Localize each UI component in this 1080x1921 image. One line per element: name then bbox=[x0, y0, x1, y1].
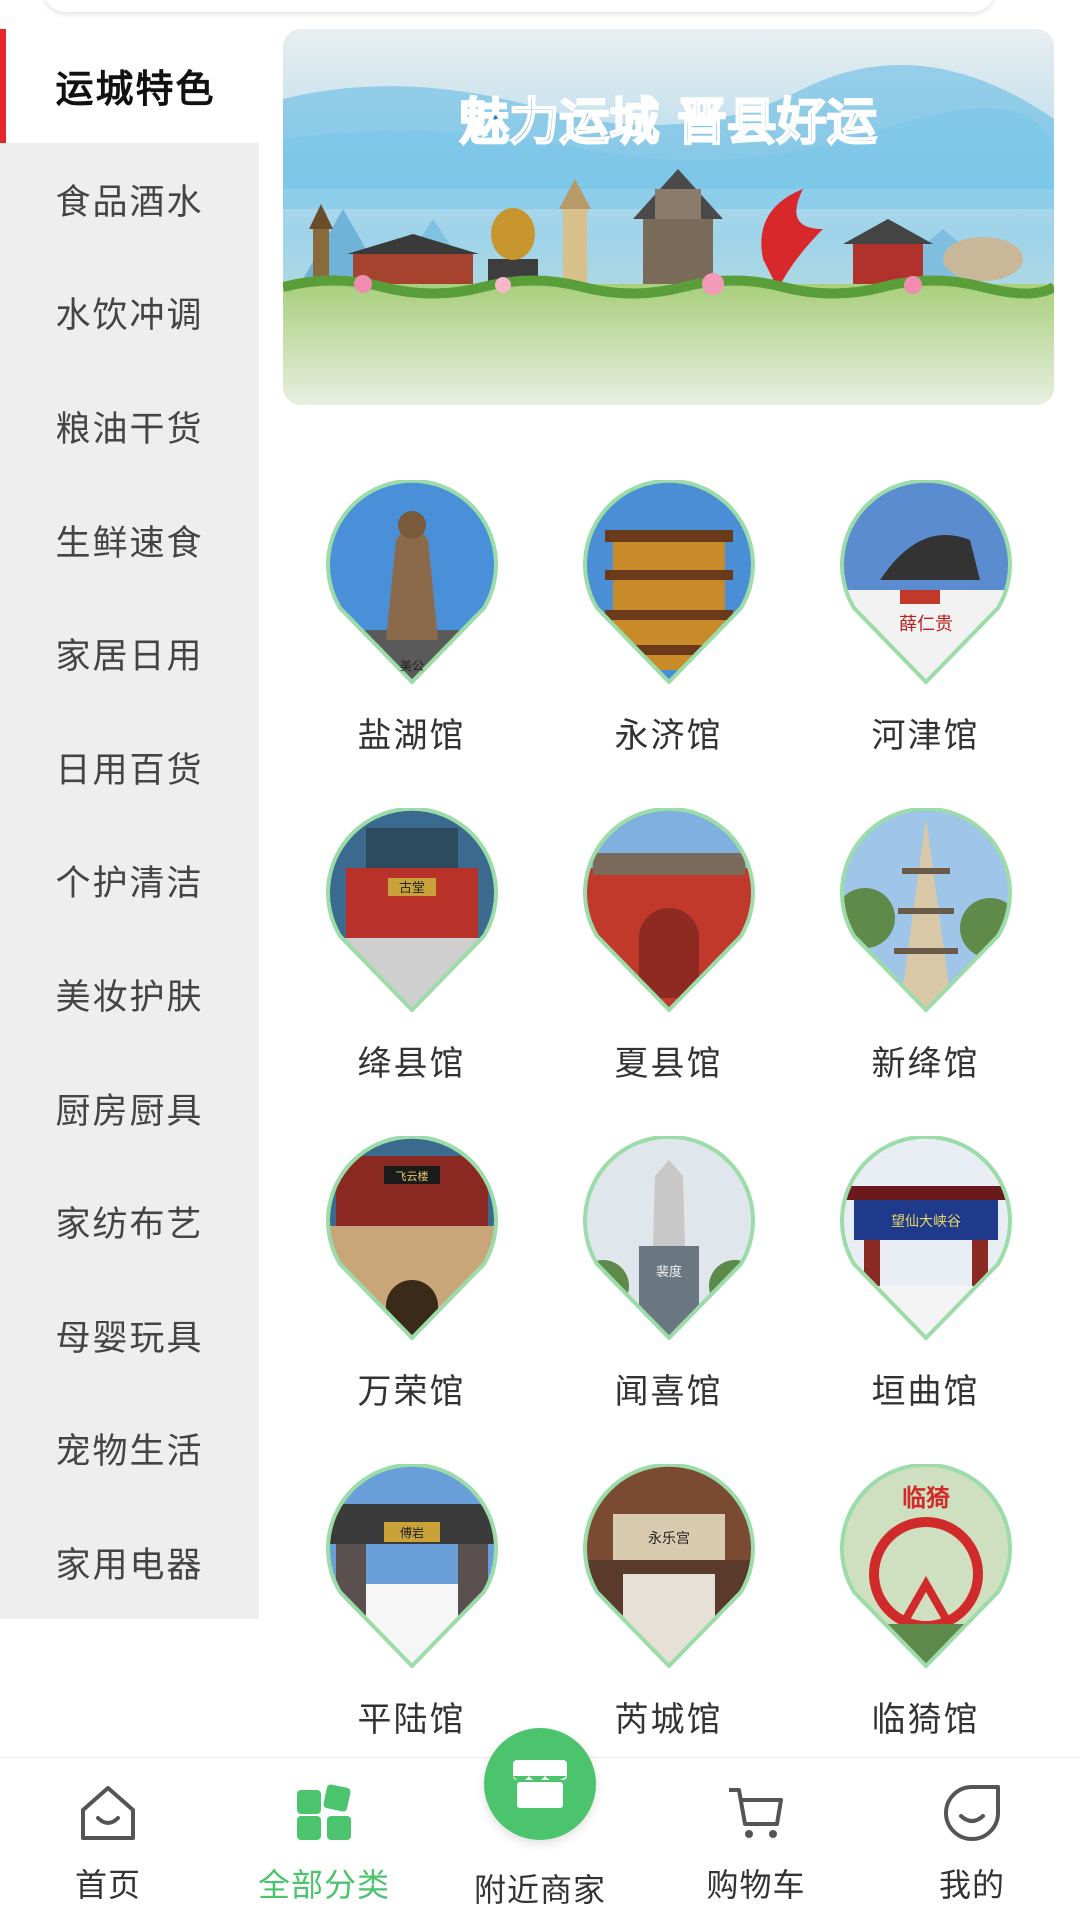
pinglu-venue-pin-icon: 傅岩 bbox=[325, 1464, 498, 1668]
venue-item[interactable]: 古堂 绛县馆 bbox=[283, 808, 540, 1108]
venue-label: 盐湖馆 bbox=[357, 716, 466, 756]
svg-text:永乐宫: 永乐宫 bbox=[648, 1531, 690, 1547]
nav-label: 首页 bbox=[74, 1866, 141, 1904]
nav-label: 全部分类 bbox=[257, 1866, 390, 1904]
venue-label: 新绛馆 bbox=[871, 1044, 980, 1084]
venue-label: 芮城馆 bbox=[614, 1700, 723, 1740]
ruicheng-venue-pin-icon: 永乐宫 bbox=[582, 1464, 755, 1668]
venue-item[interactable]: 永济馆 bbox=[540, 480, 797, 780]
venue-item[interactable]: 望仙大峡谷 垣曲馆 bbox=[797, 1136, 1054, 1436]
sidebar-item-baby-toys[interactable]: 母婴玩具 bbox=[0, 1278, 259, 1393]
svg-text:飞云楼: 飞云楼 bbox=[395, 1169, 428, 1183]
svg-text:望仙大峡谷: 望仙大峡谷 bbox=[891, 1214, 961, 1230]
nav-mine[interactable]: 我的 bbox=[864, 1758, 1080, 1921]
category-icon bbox=[297, 1784, 351, 1840]
venue-label: 永济馆 bbox=[614, 716, 723, 756]
venue-label: 垣曲馆 bbox=[871, 1372, 980, 1412]
nav-cart[interactable]: 购物车 bbox=[648, 1758, 864, 1921]
banner-title: 魅力运城 晋县好运 bbox=[459, 93, 876, 151]
sidebar-item-beauty[interactable]: 美妆护肤 bbox=[0, 937, 259, 1052]
venue-item[interactable]: 飞云楼 万荣馆 bbox=[283, 1136, 540, 1436]
sidebar-item-textiles[interactable]: 家纺布艺 bbox=[0, 1164, 259, 1279]
promo-banner[interactable]: 魅力运城 晋县好运 bbox=[283, 29, 1054, 405]
venue-label: 万荣馆 bbox=[357, 1372, 466, 1412]
sidebar-item-grain-oil[interactable]: 粮油干货 bbox=[0, 369, 259, 484]
svg-text:裴度: 裴度 bbox=[655, 1264, 681, 1280]
wenxi-venue-pin-icon: 裴度 bbox=[582, 1136, 755, 1340]
store-icon bbox=[513, 1760, 567, 1808]
sidebar-item-appliances[interactable]: 家用电器 bbox=[0, 1505, 259, 1620]
venue-item[interactable]: 临猗 临猗馆 bbox=[797, 1464, 1054, 1764]
svg-text:临猗: 临猗 bbox=[902, 1484, 950, 1512]
svg-text:傅岩: 傅岩 bbox=[399, 1525, 423, 1540]
yongji-venue-pin-icon bbox=[582, 480, 755, 684]
venue-label: 绛县馆 bbox=[357, 1044, 466, 1084]
hejin-venue-pin-icon: 薛仁贵 bbox=[839, 480, 1012, 684]
banner-illustration: 魅力运城 晋县好运 bbox=[283, 29, 1054, 405]
nav-home[interactable]: 首页 bbox=[0, 1758, 216, 1921]
nav-label: 购物车 bbox=[706, 1866, 806, 1904]
sidebar-item-food-drinks[interactable]: 食品酒水 bbox=[0, 142, 259, 257]
svg-text:薛仁贵: 薛仁贵 bbox=[899, 614, 953, 635]
venue-item[interactable]: 夏县馆 bbox=[540, 808, 797, 1108]
venue-item[interactable]: 美公 盐湖馆 bbox=[283, 480, 540, 780]
xinjiang-venue-pin-icon bbox=[839, 808, 1012, 1012]
cart-icon bbox=[729, 1788, 783, 1838]
yanhu-venue-pin-icon: 美公 bbox=[325, 480, 498, 684]
venue-label: 河津馆 bbox=[871, 716, 980, 756]
venue-item[interactable]: 傅岩 平陆馆 bbox=[283, 1464, 540, 1764]
sidebar-item-beverages[interactable]: 水饮冲调 bbox=[0, 256, 259, 370]
bottom-nav: 首页 全部分类 附近商家 购物车 我的 bbox=[0, 1728, 1080, 1921]
venue-label: 平陆馆 bbox=[357, 1700, 466, 1740]
sidebar-item-kitchen[interactable]: 厨房厨具 bbox=[0, 1051, 259, 1165]
wanrong-venue-pin-icon: 飞云楼 bbox=[325, 1136, 498, 1340]
nav-all-categories[interactable]: 全部分类 bbox=[216, 1758, 432, 1921]
xiaxian-venue-pin-icon bbox=[582, 808, 755, 1012]
venue-item[interactable]: 薛仁贵 河津馆 bbox=[797, 480, 1054, 780]
sidebar-item-fresh-food[interactable]: 生鲜速食 bbox=[0, 483, 259, 597]
nearby-button[interactable] bbox=[484, 1728, 596, 1840]
yuanqu-venue-pin-icon: 望仙大峡谷 bbox=[839, 1136, 1012, 1340]
nav-label: 附近商家 bbox=[473, 1871, 606, 1909]
venue-label: 夏县馆 bbox=[614, 1044, 723, 1084]
sidebar-item-yuncheng-special[interactable]: 运城特色 bbox=[0, 29, 259, 143]
svg-text:美公: 美公 bbox=[399, 659, 423, 673]
home-icon bbox=[81, 1786, 135, 1840]
sidebar-item-pets[interactable]: 宠物生活 bbox=[0, 1392, 259, 1506]
sidebar-item-home-daily[interactable]: 家居日用 bbox=[0, 596, 259, 711]
venue-item[interactable]: 新绛馆 bbox=[797, 808, 1054, 1108]
venue-label: 闻喜馆 bbox=[614, 1372, 723, 1412]
svg-text:古堂: 古堂 bbox=[398, 881, 424, 896]
venue-item[interactable]: 裴度 闻喜馆 bbox=[540, 1136, 797, 1436]
smile-icon bbox=[944, 1785, 1000, 1841]
category-sidebar: 运城特色 食品酒水 水饮冲调 粮油干货 生鲜速食 家居日用 日用百货 个护清洁 … bbox=[0, 29, 259, 1620]
nav-nearby-merchants[interactable]: 附近商家 bbox=[432, 1728, 648, 1921]
sidebar-item-general-merchandise[interactable]: 日用百货 bbox=[0, 710, 259, 825]
nav-label: 我的 bbox=[938, 1866, 1005, 1904]
venue-item[interactable]: 永乐宫 芮城馆 bbox=[540, 1464, 797, 1764]
search-bar[interactable] bbox=[44, 0, 994, 12]
linyi-venue-pin-icon: 临猗 bbox=[839, 1464, 1012, 1668]
sidebar-item-personal-care[interactable]: 个护清洁 bbox=[0, 824, 259, 938]
venue-label: 临猗馆 bbox=[871, 1700, 980, 1740]
jiangxian-venue-pin-icon: 古堂 bbox=[325, 808, 498, 1012]
